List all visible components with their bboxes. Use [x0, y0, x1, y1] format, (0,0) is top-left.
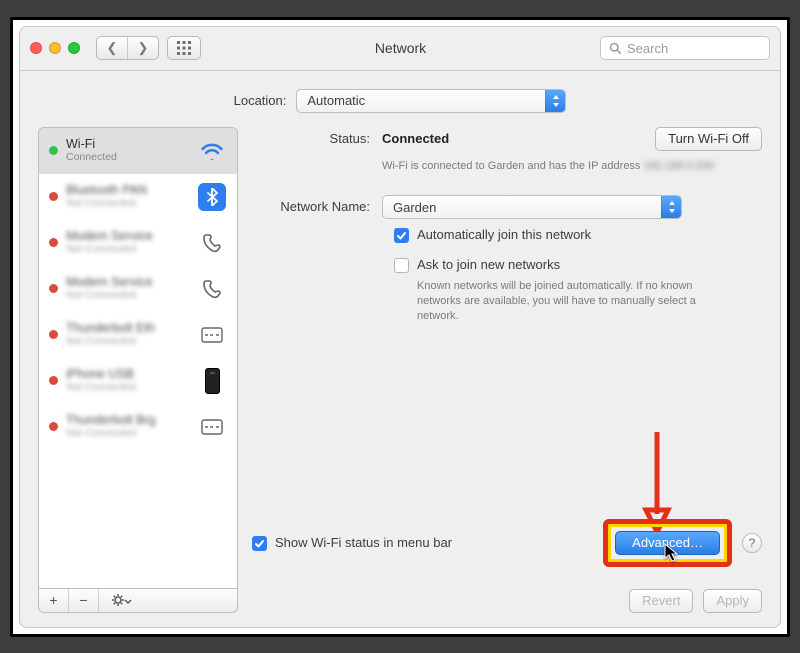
help-button[interactable]: ? — [742, 533, 762, 553]
zoom-window[interactable] — [68, 42, 80, 54]
sidebar-item[interactable]: Thunderbolt BrgNot Connected — [39, 404, 237, 450]
network-prefs-window: ❮ ❯ Network Search Lo — [19, 26, 781, 628]
apply-button[interactable]: Apply — [703, 589, 762, 613]
network-name-label: Network Name: — [252, 195, 382, 214]
add-interface-button[interactable]: + — [39, 589, 69, 612]
gear-icon — [110, 593, 132, 607]
sidebar-item-wifi[interactable]: Wi-Fi Connected — [39, 128, 237, 174]
revert-button[interactable]: Revert — [629, 589, 693, 613]
sidebar-item[interactable]: Modem ServiceNot Connected — [39, 220, 237, 266]
sidebar-item-label: Wi-Fi — [66, 138, 189, 152]
nav-forward-icon[interactable]: ❯ — [128, 37, 158, 59]
wifi-detail-panel: Status: Connected Turn Wi-Fi Off Wi-Fi i… — [252, 127, 762, 613]
ethernet-icon — [197, 327, 227, 343]
sidebar-item[interactable]: iPhone USBNot Connected — [39, 358, 237, 404]
network-name-value: Garden — [393, 200, 436, 215]
close-window[interactable] — [30, 42, 42, 54]
show-status-checkbox[interactable] — [252, 536, 267, 551]
window-controls — [30, 42, 80, 54]
remove-interface-button[interactable]: − — [69, 589, 99, 612]
status-dot-icon — [49, 330, 58, 339]
sidebar-item[interactable]: Bluetooth PANNot Connected — [39, 174, 237, 220]
sidebar-toolbar: + − — [38, 589, 238, 613]
ask-join-detail: Known networks will be joined automatica… — [417, 279, 717, 324]
titlebar: ❮ ❯ Network Search — [20, 27, 780, 71]
nav-back-icon[interactable]: ❮ — [97, 37, 127, 59]
auto-join-checkbox[interactable] — [394, 228, 409, 243]
sidebar-item-sub: Connected — [66, 152, 189, 164]
sidebar-item[interactable]: Thunderbolt EthNot Connected — [39, 312, 237, 358]
interface-actions-button[interactable] — [99, 589, 143, 612]
status-dot-icon — [49, 376, 58, 385]
status-value: Connected — [382, 131, 449, 146]
nav-back-forward[interactable]: ❮ ❯ — [96, 36, 159, 60]
ethernet-icon — [197, 419, 227, 435]
search-field[interactable]: Search — [600, 36, 770, 60]
status-detail: Wi-Fi is connected to Garden and has the… — [382, 159, 762, 174]
popup-arrows-icon — [545, 90, 565, 112]
show-status-label: Show Wi-Fi status in menu bar — [275, 535, 452, 550]
window-title: Network — [209, 40, 592, 56]
bluetooth-icon — [197, 183, 227, 211]
status-dot-icon — [49, 422, 58, 431]
interfaces-list[interactable]: Wi-Fi Connected Blu — [38, 127, 238, 589]
advanced-button[interactable]: Advanced… — [615, 531, 720, 555]
phone-icon — [197, 232, 227, 254]
wifi-icon — [197, 142, 227, 160]
location-popup[interactable]: Automatic — [296, 89, 566, 113]
ask-join-label: Ask to join new networks — [417, 257, 560, 272]
status-label: Status: — [252, 127, 382, 146]
location-label: Location: — [234, 93, 287, 108]
location-value: Automatic — [307, 93, 365, 108]
ask-join-checkbox[interactable] — [394, 258, 409, 273]
popup-arrows-icon — [661, 196, 681, 218]
annotation-highlight: Advanced… — [607, 523, 728, 563]
status-dot-icon — [49, 192, 58, 201]
sidebar-item[interactable]: Modem ServiceNot Connected — [39, 266, 237, 312]
interfaces-sidebar: Wi-Fi Connected Blu — [38, 127, 238, 613]
show-all-prefs-button[interactable] — [167, 36, 201, 60]
wifi-toggle-button[interactable]: Turn Wi-Fi Off — [655, 127, 762, 151]
search-icon — [609, 42, 621, 54]
iphone-icon — [197, 368, 227, 394]
status-dot-icon — [49, 146, 58, 155]
status-dot-icon — [49, 238, 58, 247]
search-placeholder: Search — [627, 41, 668, 56]
auto-join-label: Automatically join this network — [417, 227, 591, 242]
phone-icon — [197, 278, 227, 300]
minimize-window[interactable] — [49, 42, 61, 54]
location-row: Location: Automatic — [20, 71, 780, 127]
network-name-popup[interactable]: Garden — [382, 195, 682, 219]
status-dot-icon — [49, 284, 58, 293]
